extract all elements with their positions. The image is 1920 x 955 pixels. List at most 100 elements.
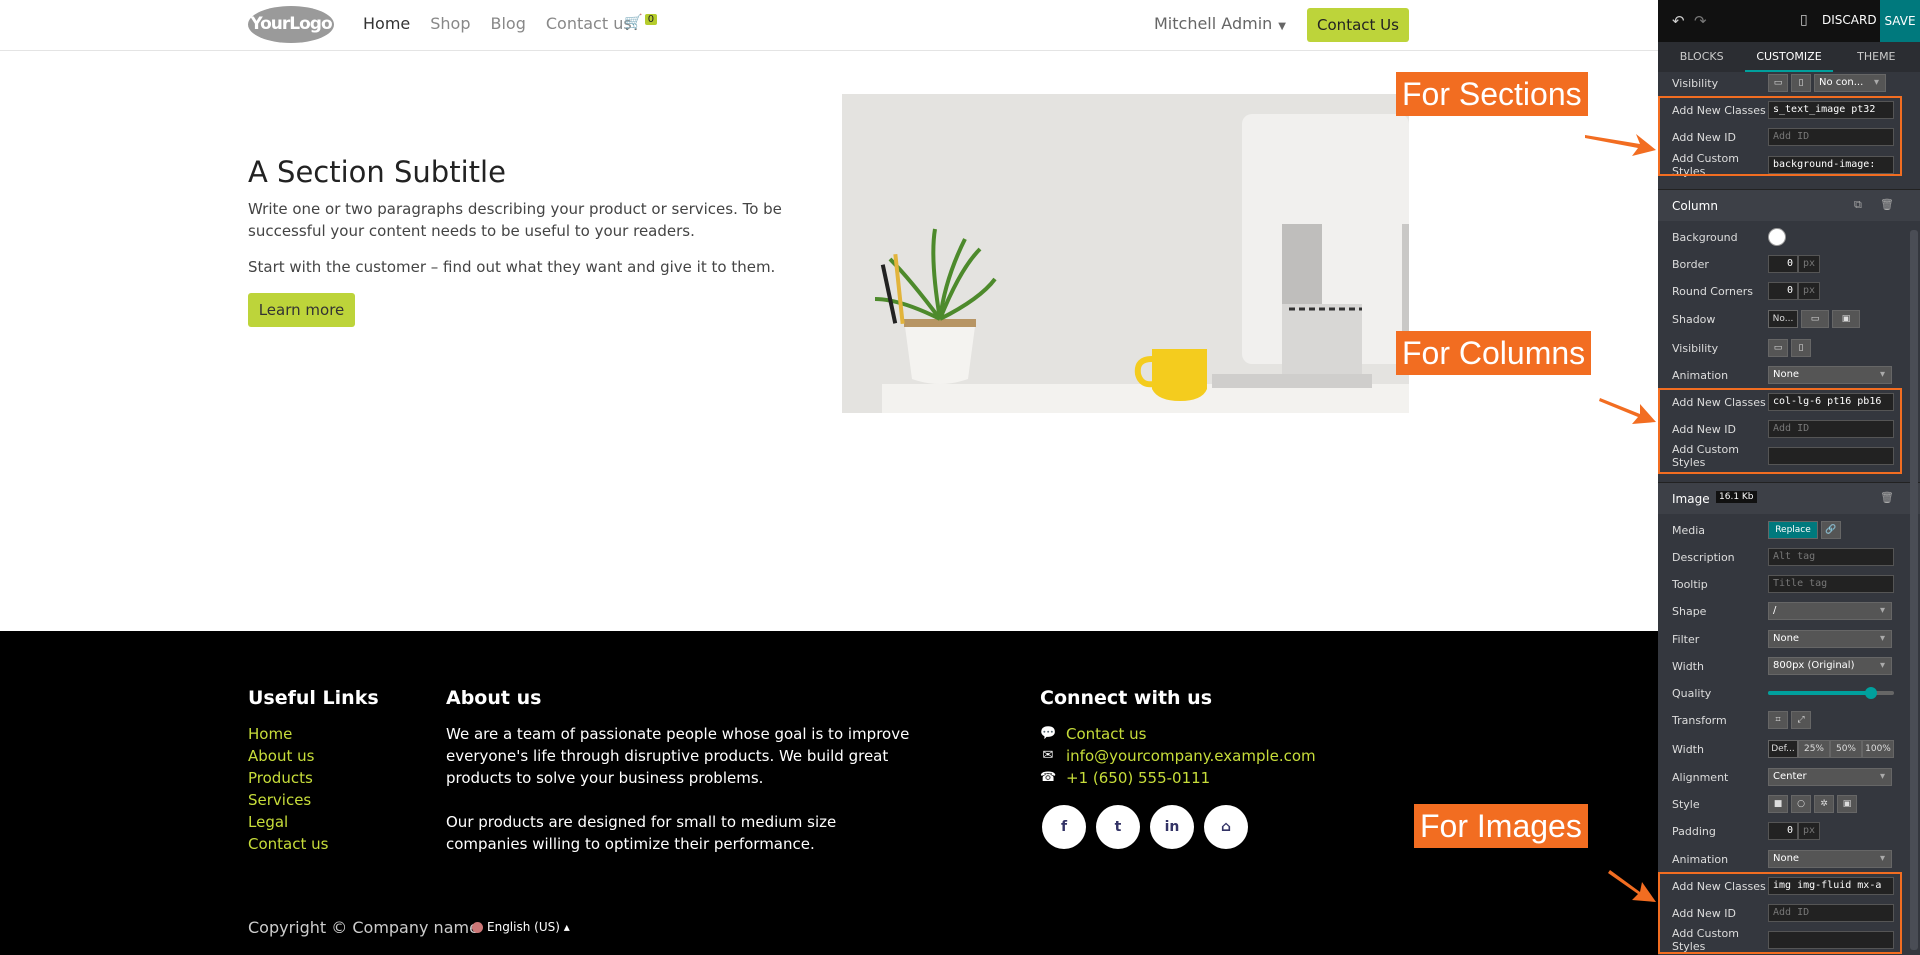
user-menu[interactable]: Mitchell Admin ▼	[1154, 14, 1286, 33]
width-50-button[interactable]: 50%	[1830, 740, 1862, 758]
column-border-row: Border 0 px	[1672, 254, 1906, 274]
width-100-button[interactable]: 100%	[1862, 740, 1894, 758]
filter-select[interactable]: None	[1768, 630, 1892, 648]
tab-blocks[interactable]: BLOCKS	[1658, 42, 1745, 72]
footer-link-legal[interactable]: Legal	[248, 811, 328, 833]
nav-links: Home Shop Blog Contact us	[363, 14, 632, 33]
panel-scrollbar[interactable]	[1910, 230, 1918, 950]
desktop-visibility-icon[interactable]: ▭	[1768, 339, 1788, 357]
style-circle-icon[interactable]: ○	[1791, 795, 1811, 813]
width-default-button[interactable]: Def...	[1768, 740, 1798, 758]
row-label: Padding	[1672, 824, 1716, 838]
trash-icon[interactable]: 🗑	[1880, 491, 1894, 504]
quality-slider-fill	[1768, 691, 1872, 695]
connect-contact-link[interactable]: Contact us	[1066, 723, 1146, 745]
mobile-preview-icon[interactable]: ▯	[1800, 12, 1808, 28]
redo-icon[interactable]: ↷	[1694, 12, 1707, 30]
nav-link-home[interactable]: Home	[363, 14, 410, 33]
contact-us-button[interactable]: Contact Us	[1307, 8, 1409, 42]
section-image[interactable]	[842, 94, 1409, 413]
tab-customize[interactable]: CUSTOMIZE	[1745, 42, 1833, 72]
padding-input[interactable]: 0	[1768, 822, 1798, 840]
footer-link-services[interactable]: Services	[248, 789, 328, 811]
image-alignment-row: Alignment Center	[1672, 767, 1906, 787]
desktop-visibility-icon[interactable]: ▭	[1768, 74, 1788, 92]
duplicate-icon[interactable]: ⧉	[1854, 198, 1862, 212]
image-filter-row: Filter None	[1672, 629, 1906, 649]
row-label: Round Corners	[1672, 284, 1754, 298]
connect-email-link[interactable]: info@yourcompany.example.com	[1066, 745, 1316, 767]
shadow-outset-icon[interactable]: ▭	[1801, 310, 1829, 328]
cart-icon: 🛒	[624, 13, 643, 31]
about-heading: About us	[446, 687, 542, 709]
footer-link-about[interactable]: About us	[248, 745, 328, 767]
nav-link-blog[interactable]: Blog	[491, 14, 526, 33]
image-tooltip-row: Tooltip Title tag	[1672, 574, 1906, 594]
alignment-select[interactable]: Center	[1768, 768, 1892, 786]
image-media-row: Media Replace 🔗	[1672, 520, 1906, 540]
transform-icon[interactable]: ⤢	[1791, 711, 1811, 729]
row-label: Style	[1672, 797, 1700, 811]
animation-select[interactable]: None	[1768, 366, 1892, 384]
round-corners-input[interactable]: 0	[1768, 282, 1798, 300]
style-shadow-icon[interactable]: ✲	[1814, 795, 1834, 813]
quality-slider-handle[interactable]	[1865, 687, 1878, 699]
footer-link-contact[interactable]: Contact us	[248, 833, 328, 855]
alt-tag-input[interactable]: Alt tag	[1768, 548, 1894, 566]
save-button[interactable]: SAVE	[1880, 0, 1920, 42]
link-icon[interactable]: 🔗	[1821, 521, 1841, 539]
tab-theme[interactable]: THEME	[1833, 42, 1920, 72]
linkedin-icon[interactable]: in	[1150, 805, 1194, 849]
image-width-row: Width 800px (Original)	[1672, 656, 1906, 676]
facebook-icon[interactable]: f	[1042, 805, 1086, 849]
callout-columns: For Columns	[1396, 331, 1592, 375]
trash-icon[interactable]: 🗑	[1880, 198, 1894, 211]
site-logo[interactable]: YourLogo	[248, 6, 334, 43]
nav-link-shop[interactable]: Shop	[430, 14, 470, 33]
column-title: Column	[1672, 199, 1718, 213]
quality-slider[interactable]	[1768, 687, 1894, 699]
crop-icon[interactable]: ⌗	[1768, 711, 1788, 729]
home-icon[interactable]: ⌂	[1204, 805, 1248, 849]
row-label: Filter	[1672, 632, 1700, 646]
visibility-select[interactable]: No con...	[1814, 74, 1886, 92]
discard-button[interactable]: DISCARD	[1822, 13, 1877, 27]
row-label: Background	[1672, 230, 1738, 244]
row-label: Animation	[1672, 368, 1729, 382]
style-thumbnail-icon[interactable]: ▣	[1837, 795, 1857, 813]
shadow-none-button[interactable]: No...	[1768, 310, 1798, 328]
background-color-picker[interactable]	[1768, 228, 1786, 246]
shadow-inset-icon[interactable]: ▣	[1832, 310, 1860, 328]
caret-down-icon: ▼	[1278, 21, 1286, 32]
footer-link-home[interactable]: Home	[248, 723, 328, 745]
cart-count-badge: 0	[644, 14, 658, 25]
about-paragraph-2: Our products are designed for small to m…	[446, 813, 837, 853]
language-selector[interactable]: English (US) ▴	[472, 920, 570, 934]
section-visibility-row: Visibility ▭ ▯ No con...	[1672, 73, 1906, 93]
style-square-icon[interactable]: ■	[1768, 795, 1788, 813]
replace-button[interactable]: Replace	[1768, 521, 1818, 539]
title-tag-input[interactable]: Title tag	[1768, 575, 1894, 593]
footer-link-products[interactable]: Products	[248, 767, 328, 789]
width-select[interactable]: 800px (Original)	[1768, 657, 1892, 675]
row-label: Border	[1672, 257, 1709, 271]
row-label: Tooltip	[1672, 577, 1708, 591]
highlight-column-classes	[1658, 388, 1902, 474]
image-padding-row: Padding 0 px	[1672, 821, 1906, 841]
mobile-visibility-icon[interactable]: ▯	[1791, 74, 1811, 92]
undo-icon[interactable]: ↶	[1672, 12, 1685, 30]
mobile-visibility-icon[interactable]: ▯	[1791, 339, 1811, 357]
border-input[interactable]: 0	[1768, 255, 1798, 273]
row-label: Quality	[1672, 686, 1712, 700]
image-shape-row: Shape /	[1672, 601, 1906, 621]
width-25-button[interactable]: 25%	[1798, 740, 1830, 758]
animation-select[interactable]: None	[1768, 850, 1892, 868]
column-animation-row: Animation None	[1672, 365, 1906, 385]
shape-select[interactable]: /	[1768, 602, 1892, 620]
nav-link-contact[interactable]: Contact us	[546, 14, 632, 33]
cart-button[interactable]: 🛒 0	[624, 13, 658, 31]
row-label: Shape	[1672, 604, 1707, 618]
connect-phone-link[interactable]: +1 (650) 555-0111	[1066, 767, 1210, 789]
twitter-icon[interactable]: t	[1096, 805, 1140, 849]
learn-more-button[interactable]: Learn more	[248, 293, 355, 327]
